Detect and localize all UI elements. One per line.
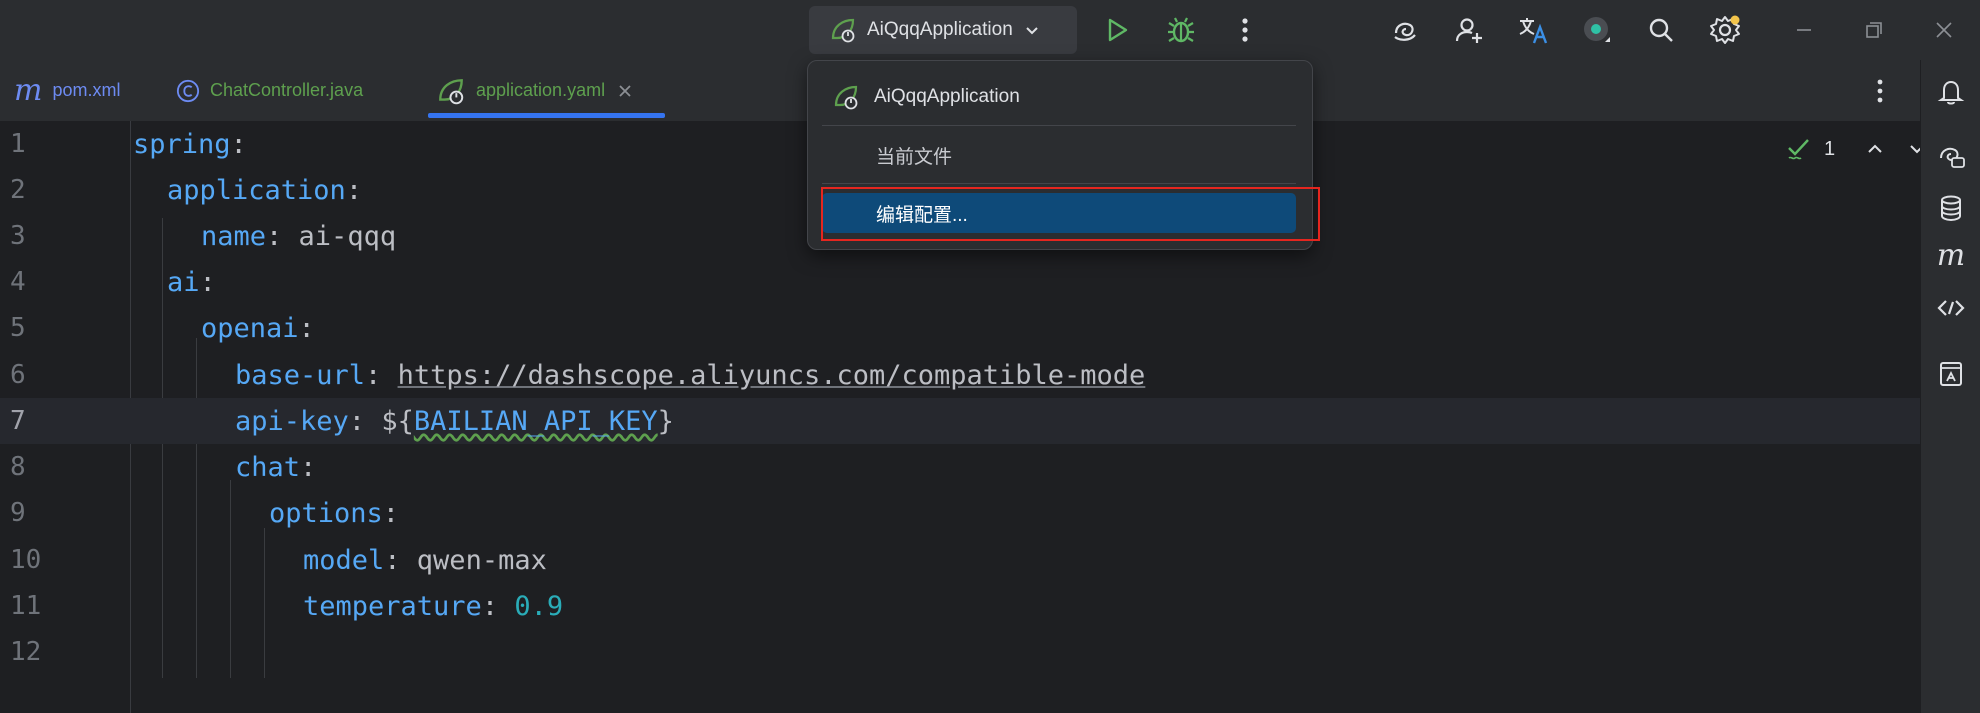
placeholder-open: ${	[381, 405, 414, 437]
code-line: 12	[0, 629, 1920, 675]
line-number: 12	[10, 637, 42, 667]
code-line: 5 openai:	[0, 305, 1920, 351]
line-number: 8	[10, 452, 26, 482]
notifications-icon[interactable]	[1933, 74, 1969, 110]
yaml-key: temperature	[303, 590, 482, 622]
minimize-icon[interactable]	[1786, 12, 1822, 48]
yaml-key: openai	[201, 312, 299, 344]
line-number: 4	[10, 267, 26, 297]
dropdown-separator	[822, 183, 1296, 184]
code-line: 11 temperature: 0.9	[0, 583, 1920, 629]
plugin-status-icon[interactable]	[1579, 12, 1615, 48]
active-tab-indicator	[428, 113, 665, 118]
tab-label: application.yaml	[476, 80, 606, 100]
java-class-icon	[176, 79, 200, 103]
database-icon[interactable]	[1933, 190, 1969, 226]
add-user-icon[interactable]	[1451, 12, 1487, 48]
line-number: 2	[10, 175, 26, 205]
debug-icon[interactable]	[1163, 12, 1199, 48]
line-number: 5	[10, 313, 26, 343]
dropdown-item-label: AiQqqApplication	[874, 86, 1020, 107]
maven-icon[interactable]: m	[1933, 237, 1969, 273]
ai-chat-icon[interactable]	[1933, 138, 1969, 174]
line-number: 10	[10, 545, 42, 575]
line-number: 9	[10, 498, 26, 528]
yaml-key: api-key	[235, 405, 349, 437]
line-number: 11	[10, 591, 42, 621]
yaml-key: base-url	[235, 359, 366, 391]
chevron-up-icon[interactable]	[1865, 139, 1885, 159]
search-icon[interactable]	[1643, 12, 1679, 48]
translate-icon[interactable]	[1515, 12, 1551, 48]
yaml-separator: :	[199, 266, 216, 298]
yaml-value: ai-qqq	[298, 220, 397, 252]
dropdown-item-current-file[interactable]: 当前文件	[822, 135, 1296, 175]
env-variable-reference[interactable]: BAILIAN_API_KEY	[414, 406, 658, 437]
dropdown-item-app-config[interactable]: AiQqqApplication	[822, 77, 1296, 117]
yaml-key: application	[167, 174, 346, 206]
yaml-separator: :	[382, 497, 400, 529]
yaml-separator: :	[345, 174, 363, 206]
yaml-separator: :	[384, 544, 417, 576]
restore-icon[interactable]	[1856, 12, 1892, 48]
spring-boot-icon	[829, 16, 857, 44]
run-icon[interactable]	[1099, 12, 1135, 48]
yaml-key: ai	[167, 266, 200, 298]
code-line-current: 7 api-key: ${BAILIAN_API_KEY}	[0, 398, 1920, 444]
more-icon[interactable]	[1227, 12, 1263, 48]
yaml-separator: :	[348, 405, 382, 437]
bookmarks-icon[interactable]	[1933, 356, 1969, 392]
run-configuration-selector[interactable]: AiQqqApplication	[809, 6, 1077, 54]
yaml-value: qwen-max	[416, 544, 547, 576]
yaml-separator: :	[298, 312, 315, 344]
spring-boot-icon	[832, 82, 862, 112]
yaml-key: spring	[133, 128, 231, 160]
tab-pom-xml[interactable]: m pom.xml	[14, 60, 120, 121]
annotation-highlight-box	[821, 187, 1320, 241]
code-line: 4 ai:	[0, 259, 1920, 305]
dropdown-item-label: 当前文件	[876, 146, 953, 168]
close-tab-icon[interactable]	[617, 82, 635, 100]
yaml-separator: :	[481, 590, 515, 622]
yaml-key: options	[269, 497, 383, 529]
tab-label: pom.xml	[52, 80, 121, 100]
chevron-down-icon	[1023, 20, 1043, 40]
yaml-number-value: 0.9	[514, 590, 564, 622]
line-number: 7	[10, 406, 26, 436]
line-number: 3	[10, 221, 26, 251]
dropdown-separator	[822, 125, 1296, 126]
yaml-key: model	[303, 544, 385, 576]
settings-icon[interactable]	[1707, 12, 1743, 48]
code-line: 6 base-url: https://dashscope.aliyuncs.c…	[0, 352, 1920, 398]
code-line: 9 options:	[0, 490, 1920, 536]
inspection-widget[interactable]: 1	[1786, 134, 1927, 164]
tab-label: ChatController.java	[210, 80, 364, 100]
tab-application-yaml[interactable]: application.yaml	[436, 60, 635, 121]
yaml-separator: :	[300, 451, 317, 483]
close-icon[interactable]	[1926, 12, 1962, 48]
endpoints-icon[interactable]	[1933, 290, 1969, 326]
code-line: 10 model: qwen-max	[0, 537, 1920, 583]
tab-options-more-icon[interactable]	[1866, 60, 1894, 121]
yaml-separator: :	[230, 128, 247, 160]
code-line: 8 chat:	[0, 444, 1920, 490]
spring-config-icon	[436, 76, 466, 106]
yaml-separator: :	[365, 359, 398, 391]
line-number: 6	[10, 360, 26, 390]
ai-assistant-icon[interactable]	[1387, 12, 1423, 48]
inspection-count: 1	[1824, 137, 1836, 160]
run-configuration-label: AiQqqApplication	[867, 19, 1013, 40]
yaml-separator: :	[266, 220, 299, 252]
tab-chat-controller[interactable]: ChatController.java	[176, 60, 363, 121]
placeholder-close: }	[657, 405, 674, 437]
yaml-key: name	[201, 220, 267, 252]
line-number: 1	[10, 129, 26, 159]
check-icon	[1786, 136, 1812, 162]
right-tool-window-bar: m	[1920, 60, 1980, 713]
maven-file-icon: m	[14, 73, 43, 108]
yaml-url-value[interactable]: https://dashscope.aliyuncs.com/compatibl…	[398, 360, 1146, 391]
yaml-key: chat	[235, 451, 301, 483]
